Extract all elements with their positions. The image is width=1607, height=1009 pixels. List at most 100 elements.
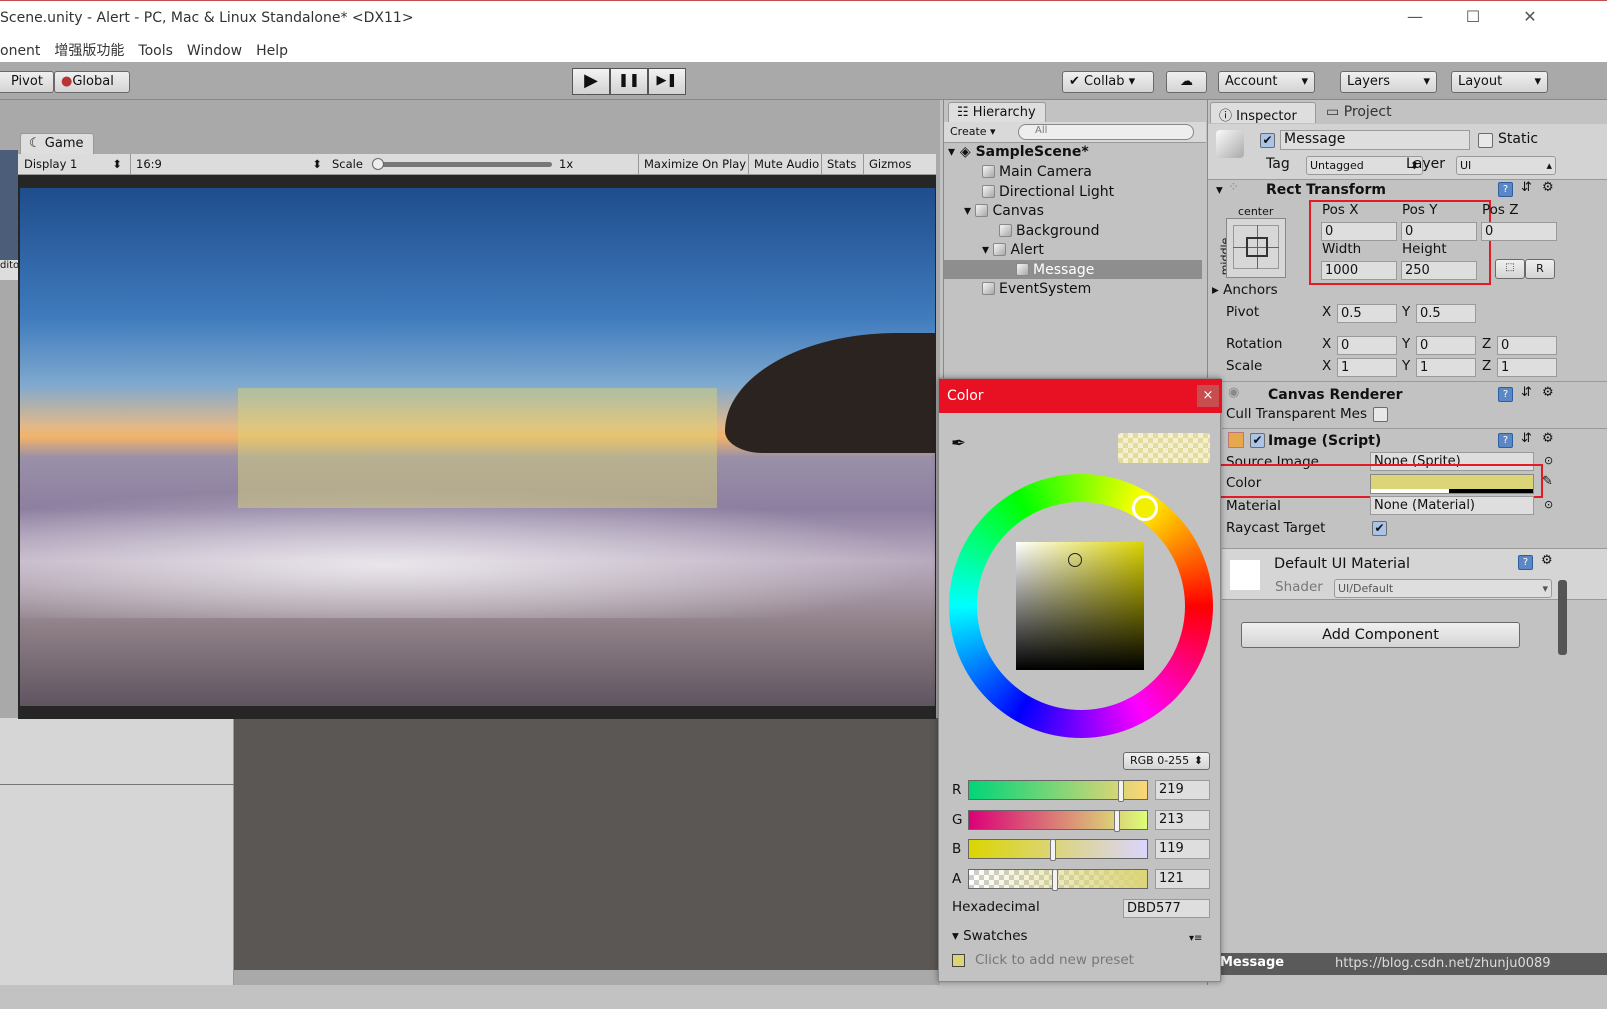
close-window-button[interactable]: ✕	[1510, 7, 1550, 31]
preset-icon[interactable]: ⇵	[1521, 431, 1532, 446]
help-icon[interactable]: ?	[1498, 182, 1513, 197]
slider-thumb[interactable]	[1118, 780, 1125, 802]
pos-z-input[interactable]: 0	[1481, 222, 1557, 241]
hex-input[interactable]: DBD577	[1123, 899, 1210, 918]
channel-slider-r[interactable]	[968, 780, 1148, 802]
pivot-x-input[interactable]: 0.5	[1337, 304, 1397, 323]
hierarchy-item[interactable]: ▾ Alert	[982, 242, 1044, 258]
pos-y-input[interactable]: 0	[1401, 222, 1477, 241]
hierarchy-item[interactable]: Main Camera	[982, 164, 1092, 180]
pivot-y-input[interactable]: 0.5	[1416, 304, 1476, 323]
display-dropdown[interactable]: Display 1 ⬍	[24, 157, 122, 171]
close-color-picker-button[interactable]: ×	[1197, 385, 1219, 407]
swatches-foldout[interactable]: ▾ Swatches	[952, 928, 1028, 944]
maximize-button[interactable]: ☐	[1453, 7, 1493, 31]
image-enabled-checkbox[interactable]: ✔	[1250, 433, 1265, 448]
raw-edit-button[interactable]: R	[1525, 259, 1555, 279]
material-field[interactable]: None (Material)	[1370, 496, 1534, 515]
account-dropdown[interactable]: Account ▾	[1218, 71, 1315, 93]
slider-thumb[interactable]	[1051, 868, 1058, 891]
layer-dropdown[interactable]: UI ▴	[1456, 156, 1556, 175]
shader-dropdown[interactable]: UI/Default ▾	[1334, 579, 1552, 598]
menu-enhanced[interactable]: 增强版功能	[54, 43, 124, 59]
hierarchy-item[interactable]: ▾ Canvas	[964, 203, 1044, 219]
preset-icon[interactable]: ⇵	[1521, 385, 1532, 400]
pivot-toggle[interactable]: Pivot	[0, 71, 54, 93]
tab-inspector[interactable]: ⓘ Inspector	[1210, 102, 1316, 124]
aspect-dropdown[interactable]: 16:9 ⬍	[136, 157, 322, 171]
channel-input-g[interactable]: 213	[1155, 809, 1210, 830]
channel-slider-a[interactable]	[968, 868, 1148, 891]
play-button[interactable]: ▶	[572, 68, 610, 95]
maximize-on-play-toggle[interactable]: Maximize On Play	[638, 154, 751, 175]
menu-component[interactable]: onent	[0, 43, 40, 59]
menu-tools[interactable]: Tools	[138, 43, 173, 59]
help-icon[interactable]: ?	[1498, 387, 1513, 402]
scale-x-input[interactable]: 1	[1337, 358, 1397, 377]
collab-dropdown[interactable]: ✔ Collab ▾	[1062, 71, 1154, 93]
stats-toggle[interactable]: Stats	[821, 154, 861, 175]
hierarchy-item[interactable]: Background	[999, 223, 1100, 239]
scene-root[interactable]: ▾ ◈ SampleScene*	[948, 144, 1089, 160]
eyedropper-icon[interactable]: ✒	[951, 433, 966, 454]
color-mode-dropdown[interactable]: RGB 0-255 ⬍	[1123, 752, 1210, 770]
layout-dropdown[interactable]: Layout ▾	[1451, 71, 1548, 93]
sv-cursor[interactable]	[1068, 553, 1082, 567]
add-preset-button[interactable]: Click to add new preset	[975, 952, 1134, 968]
collapse-arrow-icon[interactable]: ▾	[1216, 182, 1223, 198]
hierarchy-search-input[interactable]: All	[1018, 124, 1194, 140]
inspector-scrollbar[interactable]	[1558, 580, 1567, 655]
preset-swatch-icon[interactable]	[952, 954, 965, 967]
pos-x-input[interactable]: 0	[1321, 222, 1397, 241]
hierarchy-item[interactable]: Directional Light	[982, 184, 1114, 200]
channel-input-a[interactable]: 121	[1155, 868, 1210, 889]
gear-icon[interactable]: ⚙	[1542, 180, 1554, 195]
color-field[interactable]	[1370, 474, 1534, 494]
blueprint-mode-button[interactable]: ⬚	[1495, 259, 1525, 279]
cull-checkbox[interactable]	[1373, 407, 1388, 422]
help-icon[interactable]: ?	[1498, 433, 1513, 448]
rotation-z-input[interactable]: 0	[1497, 336, 1557, 355]
anchors-foldout[interactable]: ▸ Anchors	[1212, 282, 1278, 298]
pause-button[interactable]: ❚❚	[610, 68, 648, 95]
tab-hierarchy[interactable]: ☷ Hierarchy	[948, 102, 1046, 123]
cloud-button[interactable]: ☁	[1166, 71, 1207, 93]
active-checkbox[interactable]: ✔	[1260, 133, 1275, 148]
hierarchy-item[interactable]: EventSystem	[982, 281, 1091, 297]
tab-project[interactable]: ▭ Project	[1326, 104, 1392, 120]
width-input[interactable]: 1000	[1321, 261, 1397, 280]
gizmos-dropdown[interactable]: Gizmos	[863, 154, 916, 175]
static-checkbox[interactable]	[1478, 133, 1493, 148]
create-dropdown[interactable]: Create ▾	[950, 125, 996, 138]
minimize-button[interactable]: —	[1395, 7, 1435, 31]
name-input[interactable]: Message	[1280, 130, 1470, 150]
anchor-preset-button[interactable]	[1226, 218, 1286, 278]
rotation-x-input[interactable]: 0	[1337, 336, 1397, 355]
hue-cursor[interactable]	[1132, 495, 1158, 521]
raycast-checkbox[interactable]: ✔	[1372, 521, 1387, 536]
gear-icon[interactable]: ⚙	[1542, 431, 1554, 446]
gear-icon[interactable]: ⚙	[1542, 385, 1554, 400]
channel-slider-g[interactable]	[968, 809, 1148, 832]
menu-help[interactable]: Help	[256, 43, 288, 59]
rotation-y-input[interactable]: 0	[1416, 336, 1476, 355]
eyedropper-icon[interactable]: ✎	[1542, 474, 1553, 489]
swatch-menu-icon[interactable]: ▾≡	[1189, 933, 1202, 944]
channel-input-r[interactable]: 219	[1155, 780, 1210, 800]
help-icon[interactable]: ?	[1518, 555, 1533, 570]
height-input[interactable]: 250	[1401, 261, 1477, 280]
gear-icon[interactable]: ⚙	[1541, 553, 1553, 568]
layers-dropdown[interactable]: Layers ▾	[1340, 71, 1437, 93]
tab-game[interactable]: ☾ Game	[20, 133, 94, 155]
preset-icon[interactable]: ⇵	[1521, 180, 1532, 195]
slider-thumb[interactable]	[1050, 839, 1057, 861]
scale-y-input[interactable]: 1	[1416, 358, 1476, 377]
scale-slider[interactable]	[372, 158, 552, 170]
hierarchy-item-selected[interactable]: Message	[1016, 262, 1094, 278]
mute-audio-toggle[interactable]: Mute Audio	[748, 154, 824, 175]
step-button[interactable]: ▶❚	[648, 68, 686, 95]
slider-thumb[interactable]	[1114, 809, 1121, 832]
menu-window[interactable]: Window	[187, 43, 242, 59]
object-picker-icon[interactable]: ⊙	[1544, 498, 1553, 511]
scale-z-input[interactable]: 1	[1497, 358, 1557, 377]
